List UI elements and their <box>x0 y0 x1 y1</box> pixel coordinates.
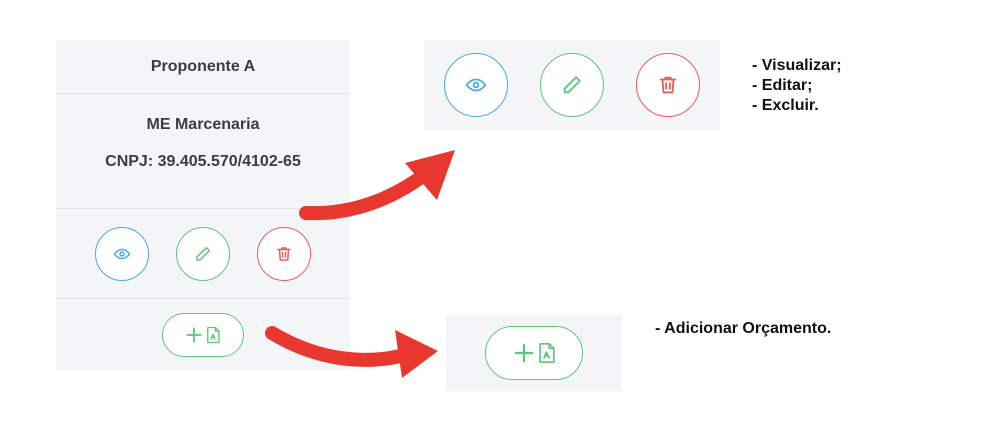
edit-button-zoomed[interactable] <box>540 53 604 117</box>
view-button-zoomed[interactable] <box>444 53 508 117</box>
actions-legend: - Visualizar; - Editar; - Excluir. <box>752 56 842 116</box>
legend-visualizar: - Visualizar; <box>752 57 842 74</box>
legend-excluir: - Excluir. <box>752 97 819 114</box>
delete-button-zoomed[interactable] <box>636 53 700 117</box>
plus-icon <box>514 343 533 363</box>
trash-icon <box>659 76 677 94</box>
legend-editar: - Editar; <box>752 77 813 94</box>
legend-adicionar: - Adicionar Orçamento. <box>655 320 832 337</box>
zoomed-actions-panel <box>424 40 720 130</box>
pdf-document-icon <box>538 343 555 363</box>
zoomed-add-panel <box>446 315 622 391</box>
pencil-icon <box>563 76 581 94</box>
eye-icon <box>465 78 487 92</box>
add-budget-button-zoomed[interactable] <box>485 326 583 380</box>
